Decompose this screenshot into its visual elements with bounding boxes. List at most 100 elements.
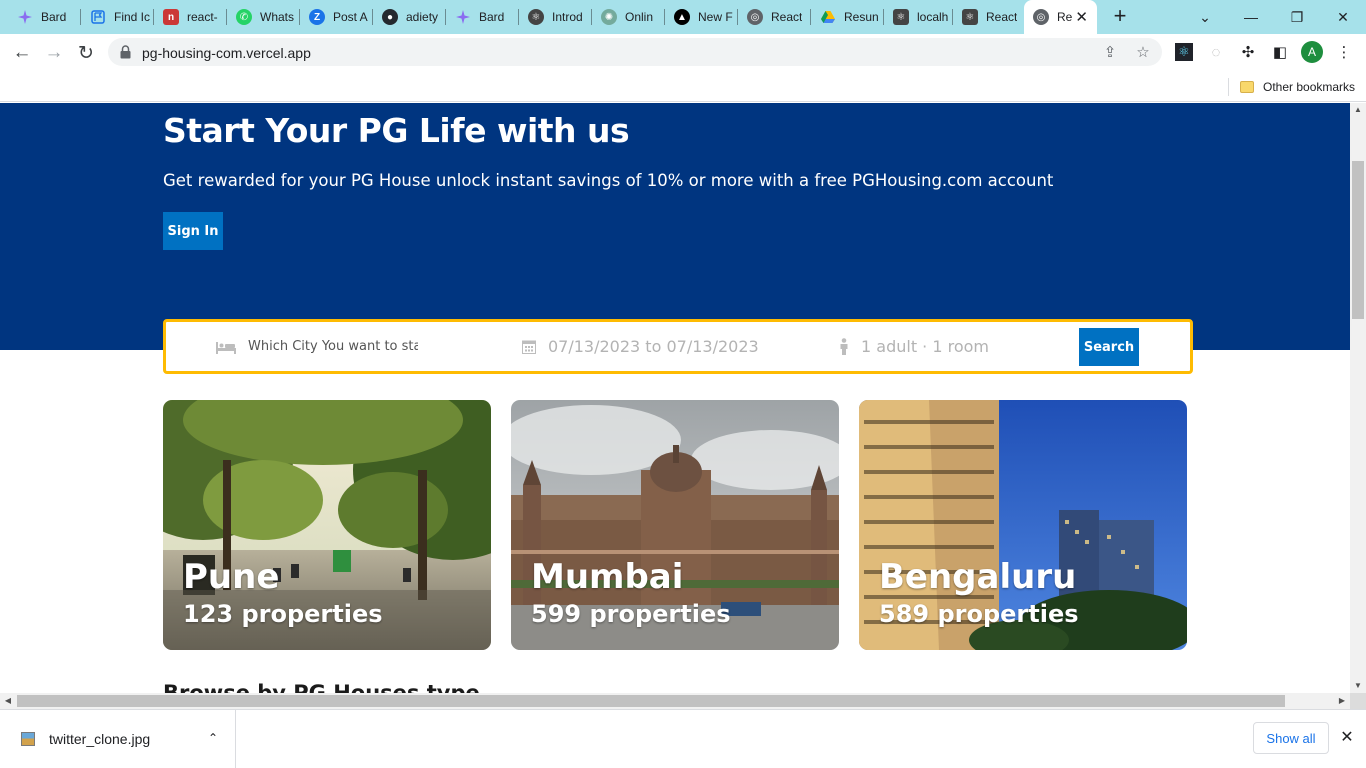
property-count: 589 properties (879, 600, 1079, 628)
puzzle-icon: ✣ (1241, 44, 1255, 61)
section-heading: Browse by PG Houses type (163, 681, 480, 693)
star-icon[interactable]: ☆ (1135, 45, 1151, 61)
profile-avatar[interactable]: A (1301, 41, 1323, 63)
react-devtools-extension[interactable]: ⚛ (1174, 42, 1194, 62)
restore-button[interactable]: ❐ (1274, 0, 1320, 34)
folder-icon (1240, 81, 1254, 93)
reload-button[interactable]: ↻ (72, 39, 100, 67)
city-input[interactable] (248, 339, 418, 354)
new-tab-button[interactable]: + (1109, 5, 1131, 28)
search-bar: 07/13/2023 to 07/13/2023 1 adult · 1 roo… (163, 319, 1193, 374)
arrow-right-icon: → (44, 42, 64, 63)
tab-online[interactable]: ✺ Onlin (592, 0, 664, 34)
hero-title: Start Your PG Life with us (163, 111, 630, 150)
share-icon[interactable]: ⇪ (1102, 45, 1118, 61)
vertical-scroll-thumb[interactable] (1352, 161, 1364, 319)
other-bookmarks-label: Other bookmarks (1263, 80, 1356, 94)
property-count: 123 properties (183, 600, 383, 628)
github-icon: ● (382, 9, 398, 25)
tab-strip: Bard Find Ic n react- ✆ Whats Z Post A ●… (0, 0, 1366, 34)
bookmarks-divider (1228, 78, 1229, 96)
back-button[interactable]: ← (8, 39, 36, 67)
bookmarks-bar: Other bookmarks (0, 71, 1366, 102)
side-panel-button[interactable]: ◧ (1270, 42, 1290, 62)
hero-subtitle: Get rewarded for your PG House unlock in… (163, 171, 1054, 190)
tab-search-button[interactable]: ⌄ (1182, 0, 1228, 34)
tab-post[interactable]: Z Post A (300, 0, 372, 34)
chevron-down-icon: ⌄ (1199, 8, 1211, 25)
horizontal-scroll-thumb[interactable] (17, 695, 1285, 707)
city-name: Pune (183, 557, 280, 597)
forward-button[interactable]: → (40, 39, 68, 67)
scrollbar-corner (1350, 693, 1366, 709)
minimize-icon: — (1244, 9, 1258, 25)
tab-find-icons[interactable]: Find Ic (81, 0, 153, 34)
tab-react[interactable]: ◎ React (738, 0, 810, 34)
scroll-up-icon[interactable]: ▲ (1350, 103, 1366, 117)
horizontal-scrollbar[interactable]: ◀ ▶ (0, 693, 1350, 709)
tab-react-2[interactable]: ⚛ React (953, 0, 1023, 34)
vercel-icon: ▲ (674, 9, 690, 25)
vertical-scrollbar[interactable]: ▲ ▼ (1350, 103, 1366, 693)
show-all-button[interactable]: Show all (1253, 722, 1329, 754)
tab-react-npm[interactable]: n react- (154, 0, 226, 34)
date-field[interactable]: 07/13/2023 to 07/13/2023 (522, 322, 759, 371)
city-field[interactable] (216, 322, 418, 371)
url-text: pg-housing-com.vercel.app (142, 45, 311, 61)
calendar-icon (522, 340, 536, 354)
tab-whatsapp[interactable]: ✆ Whats (227, 0, 299, 34)
download-filename: twitter_clone.jpg (49, 731, 151, 747)
chevron-up-icon[interactable]: ⌃ (205, 728, 221, 748)
scroll-down-icon[interactable]: ▼ (1350, 679, 1366, 693)
minimize-button[interactable]: — (1228, 0, 1274, 34)
city-card-mumbai[interactable]: Mumbai 599 properties (511, 400, 839, 650)
scroll-left-icon[interactable]: ◀ (0, 693, 16, 709)
extension-button[interactable]: ◌ (1206, 42, 1226, 62)
sign-in-button[interactable]: Sign In (163, 212, 223, 250)
globe-icon: ◎ (747, 9, 763, 25)
menu-button[interactable]: ⋮ (1334, 42, 1354, 62)
bard-icon (17, 9, 33, 25)
close-icon: ✕ (1337, 8, 1349, 25)
react-icon: ⚛ (1175, 43, 1193, 61)
lock-icon (120, 45, 131, 59)
date-range-text: 07/13/2023 to 07/13/2023 (548, 337, 759, 356)
address-bar[interactable]: pg-housing-com.vercel.app ⇪ ☆ (108, 38, 1162, 66)
other-bookmarks[interactable]: Other bookmarks (1240, 77, 1355, 97)
openai-icon: ✺ (601, 9, 617, 25)
arrow-left-icon: ← (12, 42, 32, 63)
person-icon (840, 338, 848, 355)
download-shelf: twitter_clone.jpg ⌃ Show all ✕ (0, 709, 1366, 768)
hero-banner: Start Your PG Life with us Get rewarded … (0, 103, 1350, 350)
tab-intro[interactable]: ⚛ Introd (519, 0, 591, 34)
city-name: Bengaluru (879, 557, 1077, 597)
tab-new[interactable]: ▲ New F (665, 0, 737, 34)
tab-bard[interactable]: Bard (8, 0, 80, 34)
city-name: Mumbai (531, 557, 684, 597)
guests-field[interactable]: 1 adult · 1 room (839, 322, 989, 371)
tab-resume[interactable]: Resun (811, 0, 883, 34)
guests-text: 1 adult · 1 room (861, 337, 989, 356)
search-button[interactable]: Search (1079, 328, 1139, 366)
react-icon: ⚛ (528, 9, 544, 25)
tab-active[interactable]: ◎ Re ✕ (1024, 0, 1097, 34)
city-card-pune[interactable]: Pune 123 properties (163, 400, 491, 650)
extensions-button[interactable]: ✣ (1238, 42, 1258, 62)
drive-icon (820, 9, 836, 25)
close-window-button[interactable]: ✕ (1320, 0, 1366, 34)
tab-github[interactable]: ● adiety (373, 0, 445, 34)
tab-bard-2[interactable]: Bard (446, 0, 518, 34)
react-icon: ⚛ (893, 9, 909, 25)
property-count: 599 properties (531, 600, 731, 628)
whatsapp-icon: ✆ (236, 9, 252, 25)
bed-icon (216, 341, 236, 354)
restore-icon: ❐ (1290, 8, 1304, 25)
z-icon: Z (309, 9, 325, 25)
tab-localhost[interactable]: ⚛ localh (884, 0, 952, 34)
close-shelf-icon[interactable]: ✕ (1337, 728, 1357, 748)
page-viewport: Start Your PG Life with us Get rewarded … (0, 103, 1350, 693)
city-card-bengaluru[interactable]: Bengaluru 589 properties (859, 400, 1187, 650)
close-tab-icon[interactable]: ✕ (1075, 8, 1088, 26)
scroll-right-icon[interactable]: ▶ (1334, 693, 1350, 709)
download-item[interactable]: twitter_clone.jpg ⌃ (0, 710, 236, 768)
